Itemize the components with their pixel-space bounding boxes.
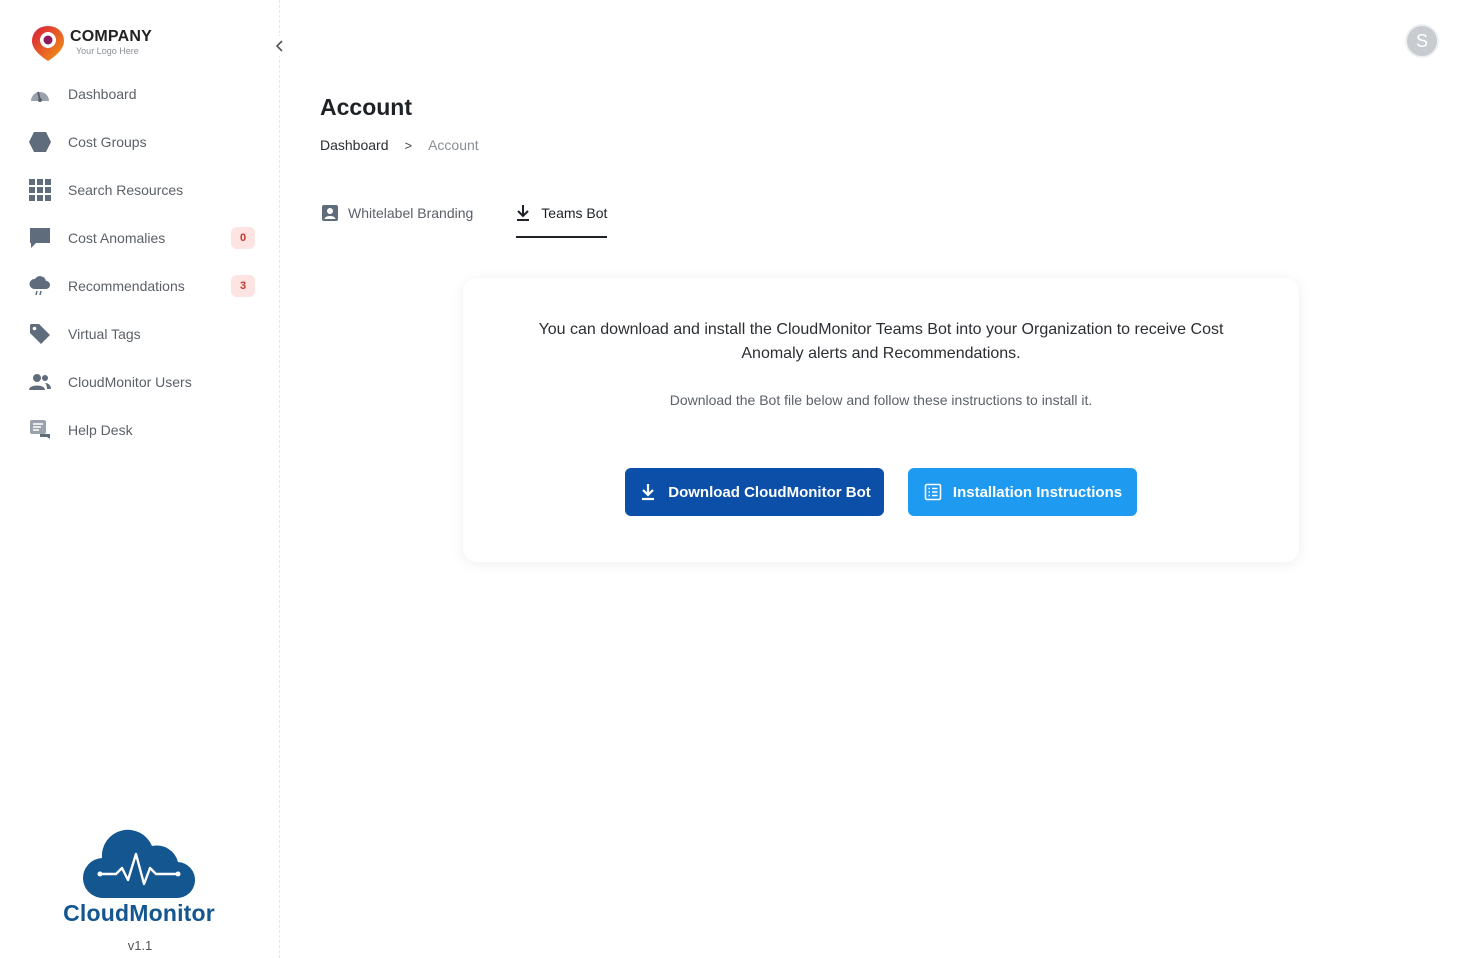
sidebar-item-label: Search Resources bbox=[68, 182, 184, 198]
sidebar-item-dashboard[interactable]: Dashboard bbox=[0, 70, 280, 118]
cloudmonitor-brand: CloudMonitor bbox=[56, 828, 222, 927]
download-bot-label: Download CloudMonitor Bot bbox=[668, 483, 871, 501]
company-tagline: Your Logo Here bbox=[76, 46, 139, 56]
description-line-2: Anomaly alerts and Recommendations. bbox=[741, 345, 1021, 362]
tab-whitelabel-branding[interactable]: Whitelabel Branding bbox=[320, 198, 473, 238]
sidebar-item-cloudmonitor-users[interactable]: CloudMonitor Users bbox=[0, 358, 280, 406]
user-avatar[interactable]: S bbox=[1405, 24, 1439, 58]
list-document-icon bbox=[923, 482, 943, 502]
download-icon bbox=[513, 203, 533, 223]
chevron-left-icon bbox=[275, 40, 283, 52]
cloudmonitor-logo-icon bbox=[82, 829, 196, 899]
gauge-icon bbox=[28, 82, 52, 106]
breadcrumb-dashboard-link[interactable]: Dashboard bbox=[320, 137, 389, 153]
sidebar-item-label: Help Desk bbox=[68, 422, 133, 438]
hexagon-icon bbox=[28, 130, 52, 154]
company-name: COMPANY bbox=[70, 28, 152, 45]
teams-bot-instructions-text: Download the Bot file below and follow t… bbox=[669, 392, 1093, 408]
sidebar-collapse-button[interactable] bbox=[270, 36, 290, 56]
account-tabs: Whitelabel Branding Teams Bot bbox=[320, 198, 647, 238]
id-badge-icon bbox=[320, 203, 340, 223]
chat-bubble-icon bbox=[28, 226, 52, 250]
teams-bot-card: You can download and install the CloudMo… bbox=[463, 278, 1299, 562]
teams-bot-description: You can download and install the CloudMo… bbox=[503, 318, 1259, 366]
tab-teams-bot[interactable]: Teams Bot bbox=[513, 198, 608, 238]
grid-icon bbox=[28, 178, 52, 202]
tab-label: Teams Bot bbox=[541, 205, 608, 221]
app-version: v1.1 bbox=[127, 938, 153, 953]
breadcrumb-current: Account bbox=[428, 137, 479, 153]
sidebar: COMPANY Your Logo Here Dashboard Cost Gr… bbox=[0, 0, 290, 958]
sidebar-item-virtual-tags[interactable]: Virtual Tags bbox=[0, 310, 280, 358]
sidebar-item-search-resources[interactable]: Search Resources bbox=[0, 166, 280, 214]
sidebar-item-label: Cost Anomalies bbox=[68, 230, 166, 246]
cloud-rain-icon bbox=[28, 274, 52, 298]
download-bot-button[interactable]: Download CloudMonitor Bot bbox=[625, 468, 884, 516]
sidebar-item-label: Dashboard bbox=[68, 86, 137, 102]
sidebar-item-recommendations[interactable]: Recommendations 3 bbox=[0, 262, 280, 310]
sidebar-item-label: Virtual Tags bbox=[68, 326, 141, 342]
sidebar-item-label: Recommendations bbox=[68, 278, 185, 294]
breadcrumb: Dashboard > Account bbox=[320, 137, 479, 153]
recommendations-count-badge: 3 bbox=[231, 275, 255, 297]
installation-instructions-label: Installation Instructions bbox=[952, 483, 1123, 501]
sidebar-nav: Dashboard Cost Groups Search Resources C… bbox=[0, 70, 280, 454]
tag-icon bbox=[28, 322, 52, 346]
breadcrumb-separator: > bbox=[404, 137, 413, 153]
sidebar-item-cost-groups[interactable]: Cost Groups bbox=[0, 118, 280, 166]
brand-name: CloudMonitor bbox=[63, 900, 215, 926]
company-logo-icon bbox=[32, 26, 64, 61]
company-logo[interactable]: COMPANY Your Logo Here bbox=[30, 24, 152, 62]
sidebar-item-label: CloudMonitor Users bbox=[68, 374, 192, 390]
sidebar-item-label: Cost Groups bbox=[68, 134, 147, 150]
users-icon bbox=[28, 370, 52, 394]
description-line-1: You can download and install the CloudMo… bbox=[538, 321, 1224, 338]
installation-instructions-button[interactable]: Installation Instructions bbox=[908, 468, 1137, 516]
help-desk-icon bbox=[28, 418, 52, 442]
page-title: Account bbox=[320, 94, 412, 120]
tab-label: Whitelabel Branding bbox=[348, 205, 474, 221]
anomalies-count-badge: 0 bbox=[231, 227, 255, 249]
sidebar-item-help-desk[interactable]: Help Desk bbox=[0, 406, 280, 454]
sidebar-item-cost-anomalies[interactable]: Cost Anomalies 0 bbox=[0, 214, 280, 262]
download-icon bbox=[638, 482, 658, 502]
